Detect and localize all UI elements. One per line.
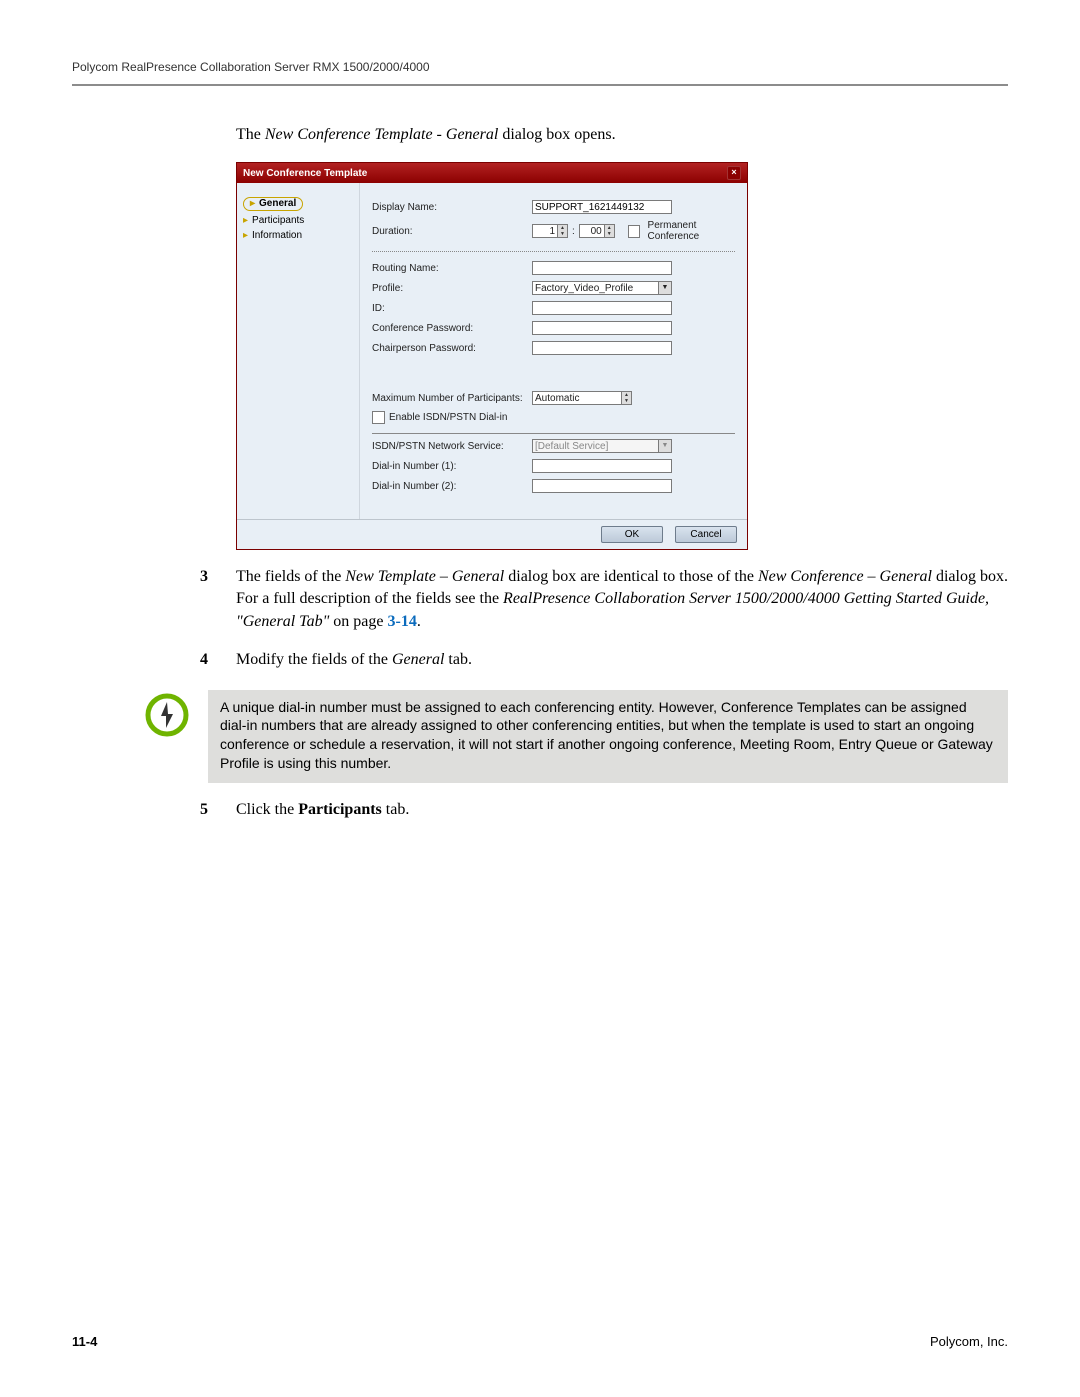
ok-button[interactable]: OK <box>601 526 663 543</box>
chairperson-password-input[interactable] <box>532 341 672 355</box>
label-routing-name: Routing Name: <box>372 263 532 274</box>
dialin-2-input[interactable] <box>532 479 672 493</box>
cancel-button[interactable]: Cancel <box>675 526 737 543</box>
label-permanent: Permanent Conference <box>648 220 735 242</box>
page-number: 11-4 <box>72 1334 97 1349</box>
sidebar-item-information[interactable]: ▸Information <box>243 228 353 243</box>
label-profile: Profile: <box>372 283 532 294</box>
step-4: 4 Modify the fields of the General tab. <box>200 649 1008 671</box>
profile-select[interactable]: Factory_Video_Profile▼ <box>532 281 672 295</box>
label-isdn-service: ISDN/PSTN Network Service: <box>372 441 532 452</box>
label-id: ID: <box>372 303 532 314</box>
duration-minutes-stepper[interactable]: 00▲▼ <box>579 224 615 238</box>
step-3: 3 The fields of the New Template – Gener… <box>200 566 1008 633</box>
page-footer: 11-4 Polycom, Inc. <box>72 1334 1008 1349</box>
sidebar-item-general[interactable]: ▸General <box>243 195 353 213</box>
footer-company: Polycom, Inc. <box>930 1334 1008 1349</box>
duration-hours-stepper[interactable]: 1▲▼ <box>532 224 568 238</box>
label-duration: Duration: <box>372 226 532 237</box>
sidebar-item-participants[interactable]: ▸Participants <box>243 213 353 228</box>
running-header: Polycom RealPresence Collaboration Serve… <box>72 60 1008 86</box>
enable-isdn-checkbox[interactable] <box>372 411 385 424</box>
id-input[interactable] <box>532 301 672 315</box>
dialog-titlebar: New Conference Template × <box>237 163 747 183</box>
close-icon[interactable]: × <box>727 166 741 180</box>
page: Polycom RealPresence Collaboration Serve… <box>0 0 1080 1397</box>
label-max-participants: Maximum Number of Participants: <box>372 393 532 404</box>
label-conf-password: Conference Password: <box>372 323 532 334</box>
dialog-title: New Conference Template <box>243 168 367 179</box>
intro-line: The New Conference Template - General di… <box>236 126 1008 144</box>
dialog-form: Display Name: Duration: 1▲▼ : 00▲▼ Perma… <box>360 183 747 519</box>
dialog-sidebar: ▸General ▸Participants ▸Information <box>237 183 360 519</box>
display-name-input[interactable] <box>532 200 672 214</box>
label-chair-password: Chairperson Password: <box>372 343 532 354</box>
routing-name-input[interactable] <box>532 261 672 275</box>
dialog-footer: OK Cancel <box>237 519 747 549</box>
dialin-1-input[interactable] <box>532 459 672 473</box>
new-conference-template-dialog: New Conference Template × ▸General ▸Part… <box>236 162 748 550</box>
label-dialin-2: Dial-in Number (2): <box>372 481 532 492</box>
step-5: 5 Click the Participants tab. <box>200 799 1008 821</box>
label-enable-isdn: Enable ISDN/PSTN Dial-in <box>389 412 507 423</box>
max-participants-stepper[interactable]: Automatic▲▼ <box>532 391 632 405</box>
note-box: A unique dial-in number must be assigned… <box>208 690 1008 784</box>
isdn-service-select: [Default Service]▼ <box>532 439 672 453</box>
label-dialin-1: Dial-in Number (1): <box>372 461 532 472</box>
label-display-name: Display Name: <box>372 202 532 213</box>
conference-password-input[interactable] <box>532 321 672 335</box>
dialog-screenshot: New Conference Template × ▸General ▸Part… <box>236 162 746 550</box>
permanent-conference-checkbox[interactable] <box>628 225 639 238</box>
page-ref-link[interactable]: 3-14 <box>388 613 417 630</box>
note-icon <box>144 692 190 738</box>
note-row: A unique dial-in number must be assigned… <box>144 690 1008 784</box>
